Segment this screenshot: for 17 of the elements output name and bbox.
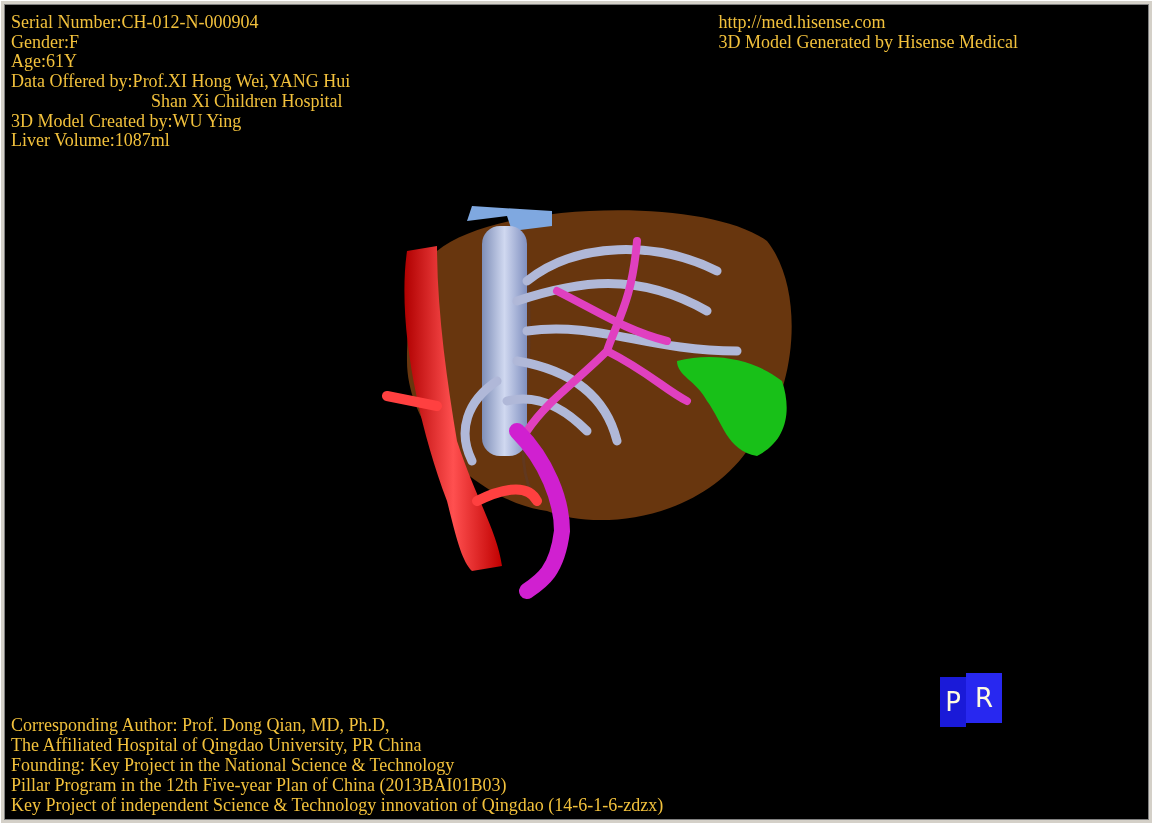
footer-text: Founding: Key Project in the National Science & Technology [11,755,456,775]
info-text: Serial Number:CH-012-N-000904 [11,13,260,33]
footer-text: Corresponding Author: Prof. Dong Qian, MD, Ph.D, [11,715,391,735]
footer-text: The Affiliated Hospital of Qingdao University, PR China [11,735,423,755]
cube-face[interactable]: P [940,677,966,727]
cube-face[interactable]: R [966,673,1002,723]
info-text: Gender:F [11,32,80,53]
3d-viewport[interactable] [4,4,1149,820]
credit-text: http://med.hisense.com [718,13,887,33]
info-text: Liver Volume:1087ml [11,131,170,151]
credit-text: 3D Model Generated by Hisense Medical [718,32,1018,53]
info-text: Data Offered by:Prof.XI Hong Wei,YANG Hui [11,72,351,92]
info-text: Age:61Y [11,52,78,73]
footer-text: Pillar Program in the 12th Five-year Plan of China (2013BAI01B03) [11,775,508,795]
info-text: 3D Model Created by:WU Ying [11,111,243,132]
footer-text: Key Project of independent Science & Technology innovation of Qingdao (14-6-1-6-zdzx) [11,795,664,815]
info-text: Shan Xi Children Hospital [151,91,344,112]
